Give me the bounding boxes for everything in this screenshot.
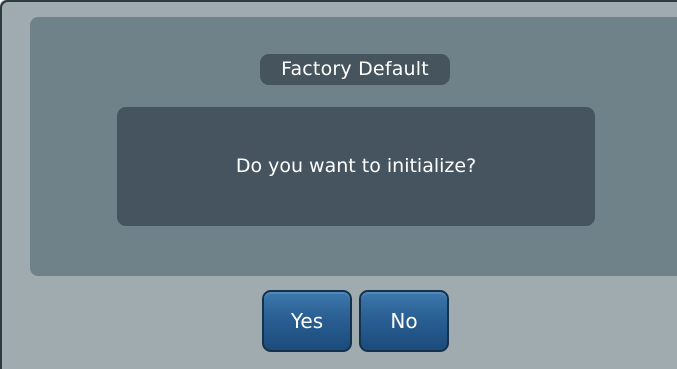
yes-button[interactable]: Yes [262,290,352,352]
no-button[interactable]: No [359,290,449,352]
dialog-window: Factory Default Do you want to initializ… [0,0,677,369]
dialog-message: Do you want to initialize? [235,155,477,177]
message-box: Do you want to initialize? [117,107,595,226]
dialog-title: Factory Default [260,54,450,85]
